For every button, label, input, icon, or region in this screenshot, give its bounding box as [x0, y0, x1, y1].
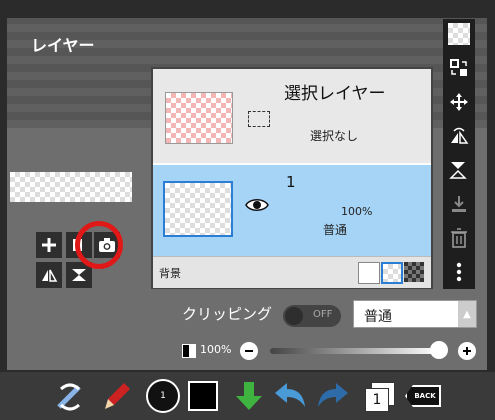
color-swatch [188, 381, 218, 411]
layers-button[interactable]: 1 [360, 376, 400, 416]
move-button[interactable] [446, 89, 472, 115]
toggle-knob [285, 307, 303, 325]
selection-status: 選択なし [310, 129, 359, 143]
toggle-state: OFF [313, 309, 333, 320]
back-button[interactable]: BACK [403, 376, 443, 416]
opacity-decrease-button[interactable] [240, 342, 258, 360]
trash-icon [451, 228, 467, 248]
merge-icon [452, 196, 466, 212]
delete-layer-button[interactable] [446, 225, 472, 251]
clipping-toggle[interactable]: OFF [283, 305, 341, 327]
opacity-slider-track[interactable] [270, 348, 438, 354]
layers-list: 選択レイヤー 選択なし 1 100% 普通 背景 [151, 67, 433, 289]
brush-size-button[interactable]: 1 [143, 376, 183, 416]
transparency-icon[interactable] [448, 23, 470, 45]
selection-marquee-icon [248, 111, 270, 127]
annotation-circle [75, 221, 123, 269]
undo-icon [275, 383, 305, 407]
flip-vertical-button[interactable] [446, 157, 472, 183]
panel-title: レイヤー [31, 36, 95, 55]
tools-icon [57, 383, 81, 411]
flip-layer-button[interactable] [36, 262, 62, 288]
brush-size-icon: 1 [146, 379, 180, 413]
merge-down-icon [72, 269, 86, 281]
opacity-icon [182, 344, 196, 358]
flip-horizontal-icon [451, 127, 469, 144]
layer-tools-bar [443, 19, 475, 289]
layer-1-blend: 普通 [323, 223, 348, 237]
flip-icon [42, 269, 58, 282]
layer-preview-strip [10, 172, 132, 202]
more-icon [456, 262, 462, 282]
bg-dark-swatch[interactable] [404, 262, 424, 282]
layer-1-name: 1 [286, 173, 296, 191]
back-icon: BACK [405, 385, 441, 407]
transform-button[interactable] [446, 55, 472, 81]
add-layer-button[interactable] [36, 232, 62, 258]
opacity-increase-button[interactable] [458, 342, 476, 360]
eye-icon[interactable] [245, 197, 269, 213]
bg-transparent-swatch[interactable] [381, 262, 403, 284]
tools-button[interactable] [50, 376, 90, 416]
layer-row-1[interactable]: 1 100% 普通 [153, 165, 431, 256]
background-row[interactable]: 背景 [153, 256, 431, 288]
bottom-toolbar: 1 1 BACK [0, 372, 495, 420]
chevron-up-icon: ▲ [458, 301, 476, 327]
selection-layer-row[interactable]: 選択レイヤー 選択なし [153, 69, 431, 163]
plus-icon [463, 347, 471, 355]
flip-vertical-icon [449, 162, 467, 179]
transform-icon [450, 59, 467, 76]
undo-button[interactable] [270, 376, 310, 416]
bg-white-swatch[interactable] [358, 262, 380, 284]
background-label: 背景 [159, 267, 181, 280]
pen-button[interactable] [97, 376, 137, 416]
minus-icon [245, 350, 253, 352]
layer-1-thumbnail [163, 181, 233, 237]
pen-icon [105, 383, 130, 409]
redo-button[interactable] [313, 376, 353, 416]
layer-1-opacity: 100% [341, 205, 373, 218]
opacity-row: 100% [182, 340, 482, 362]
opacity-slider-knob[interactable] [430, 341, 448, 359]
move-icon [450, 93, 468, 111]
save-button[interactable] [229, 376, 269, 416]
layers-icon: 1 [365, 382, 395, 412]
opacity-value: 100% [200, 343, 232, 356]
more-button[interactable] [446, 259, 472, 285]
merge-button[interactable] [446, 191, 472, 217]
color-button[interactable] [183, 376, 223, 416]
save-icon [236, 382, 262, 410]
plus-icon [42, 238, 56, 252]
redo-icon [318, 383, 348, 407]
clipping-label: クリッピング [182, 305, 273, 323]
flip-horizontal-button[interactable] [446, 123, 472, 149]
blend-mode-select[interactable]: 普通 ▲ [353, 300, 477, 328]
selection-layer-name: 選択レイヤー [284, 84, 386, 104]
blend-mode-value: 普通 [364, 309, 392, 325]
selection-thumbnail [165, 92, 233, 144]
layer-count: 1 [365, 388, 389, 412]
